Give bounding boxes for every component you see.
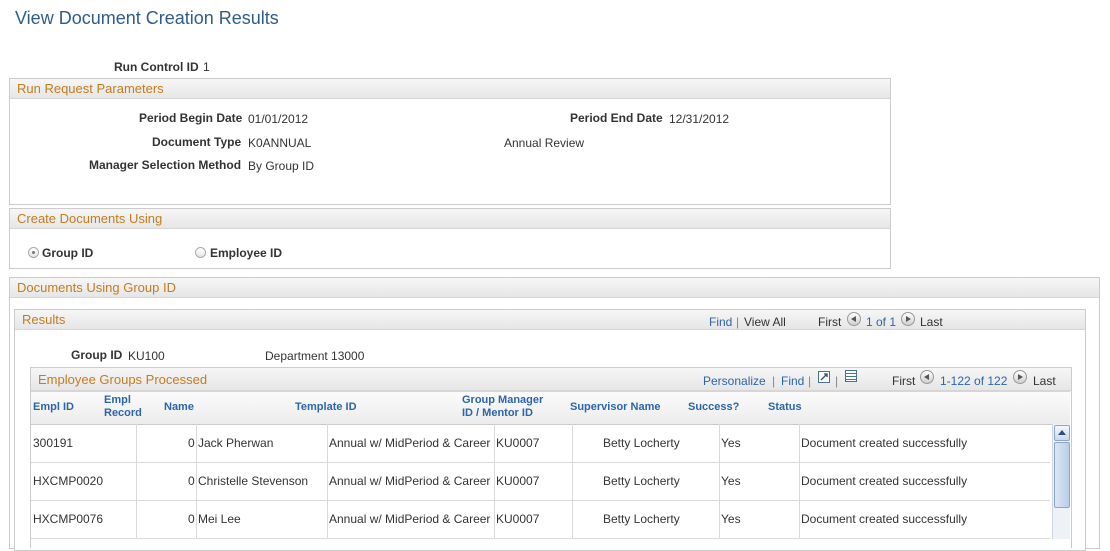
cell-manager: KU0007 — [496, 512, 540, 526]
cell-status: Document created successfully — [801, 512, 968, 526]
doc-type-label: Document Type — [152, 135, 242, 149]
next-arrow-icon[interactable] — [901, 312, 915, 326]
documents-header: Documents Using Group ID — [17, 280, 176, 295]
cell-manager: KU0007 — [496, 474, 540, 488]
create-using-header: Create Documents Using — [17, 211, 163, 226]
scroll-up-icon[interactable] — [1054, 425, 1070, 441]
cell-empl-record: 0 — [188, 474, 195, 488]
employee-groups-header: Employee Groups Processed — [38, 372, 208, 387]
cell-empl-record: 0 — [188, 512, 195, 526]
col-template-id[interactable]: Template ID — [295, 401, 357, 414]
employee-id-radio-label: Employee ID — [210, 246, 283, 260]
separator: | — [808, 374, 812, 388]
prev-arrow-icon[interactable] — [920, 370, 934, 384]
cell-name: Jack Pherwan — [198, 436, 274, 450]
cell-success: Yes — [721, 474, 741, 488]
group-id-radio[interactable] — [28, 247, 39, 258]
results-first: First — [818, 315, 842, 329]
personalize-link[interactable]: Personalize — [703, 374, 766, 388]
group-id-value: KU100 — [128, 349, 165, 363]
results-view-all[interactable]: View All — [744, 315, 786, 329]
cell-empl-record: 0 — [188, 436, 195, 450]
run-request-section: Run Request Parameters — [9, 78, 891, 205]
separator: | — [772, 374, 776, 388]
col-supervisor-name[interactable]: Supervisor Name — [570, 401, 660, 414]
vertical-scrollbar[interactable] — [1052, 424, 1070, 539]
col-group-manager-line2[interactable]: ID / Mentor ID — [462, 407, 533, 420]
cell-empl-id: HXCMP0020 — [33, 474, 104, 488]
cell-supervisor: Betty Locherty — [603, 474, 680, 488]
separator: | — [736, 315, 740, 329]
col-success[interactable]: Success? — [688, 401, 739, 414]
group-id-label: Group ID — [71, 348, 123, 362]
table-row: HXCMP0020 0 Christelle Stevenson Annual … — [31, 462, 1050, 501]
col-empl-id[interactable]: Empl ID — [33, 401, 74, 414]
department-label: Department 13000 — [265, 349, 365, 363]
doc-type-description: Annual Review — [504, 136, 585, 150]
grid-find-link[interactable]: Find — [781, 374, 804, 388]
period-begin-value: 01/01/2012 — [248, 112, 309, 126]
period-end-label: Period End Date — [570, 111, 663, 125]
cell-name: Mei Lee — [198, 512, 241, 526]
col-group-manager-line1[interactable]: Group Manager — [462, 394, 543, 407]
cell-status: Document created successfully — [801, 474, 968, 488]
prev-arrow-icon[interactable] — [847, 312, 861, 326]
zoom-grid-icon[interactable] — [818, 371, 830, 383]
grid-first: First — [892, 374, 916, 388]
employee-id-radio[interactable] — [195, 247, 206, 258]
cell-template: Annual w/ MidPeriod & Career — [329, 436, 491, 450]
results-find-link[interactable]: Find — [709, 315, 732, 329]
cell-manager: KU0007 — [496, 436, 540, 450]
separator: | — [835, 374, 839, 388]
col-name[interactable]: Name — [164, 401, 194, 414]
cell-success: Yes — [721, 436, 741, 450]
cell-empl-id: 300191 — [33, 436, 74, 450]
results-last: Last — [920, 315, 943, 329]
download-excel-icon[interactable] — [845, 370, 857, 382]
run-control-value: 1 — [203, 60, 210, 74]
cell-template: Annual w/ MidPeriod & Career — [329, 512, 491, 526]
scroll-thumb[interactable] — [1054, 442, 1070, 508]
run-request-header: Run Request Parameters — [17, 81, 164, 96]
period-end-value: 12/31/2012 — [669, 112, 730, 126]
run-control-label: Run Control ID — [114, 60, 199, 74]
results-range: 1 of 1 — [866, 315, 897, 329]
cell-name: Christelle Stevenson — [198, 474, 309, 488]
doc-type-value: K0ANNUAL — [248, 136, 312, 150]
create-using-section: Create Documents Using — [9, 208, 891, 269]
next-arrow-icon[interactable] — [1013, 370, 1027, 384]
period-begin-label: Period Begin Date — [139, 111, 243, 125]
cell-supervisor: Betty Locherty — [603, 512, 680, 526]
col-empl-record-line1[interactable]: Empl — [104, 394, 131, 407]
grid-range: 1-122 of 122 — [940, 374, 1008, 388]
manager-method-label: Manager Selection Method — [89, 158, 242, 172]
cell-template: Annual w/ MidPeriod & Career — [329, 474, 491, 488]
cell-empl-id: HXCMP0076 — [33, 512, 104, 526]
cell-success: Yes — [721, 512, 741, 526]
table-row: 300191 0 Jack Pherwan Annual w/ MidPerio… — [31, 424, 1050, 463]
page-title: View Document Creation Results — [15, 8, 279, 28]
col-empl-record-line2[interactable]: Record — [104, 407, 142, 420]
cell-status: Document created successfully — [801, 436, 968, 450]
manager-method-value: By Group ID — [248, 159, 315, 173]
col-status[interactable]: Status — [768, 401, 802, 414]
group-id-radio-label: Group ID — [42, 246, 94, 260]
table-row: HXCMP0076 0 Mei Lee Annual w/ MidPeriod … — [31, 500, 1050, 539]
results-header: Results — [22, 312, 66, 327]
cell-supervisor: Betty Locherty — [603, 436, 680, 450]
grid-last: Last — [1033, 374, 1056, 388]
